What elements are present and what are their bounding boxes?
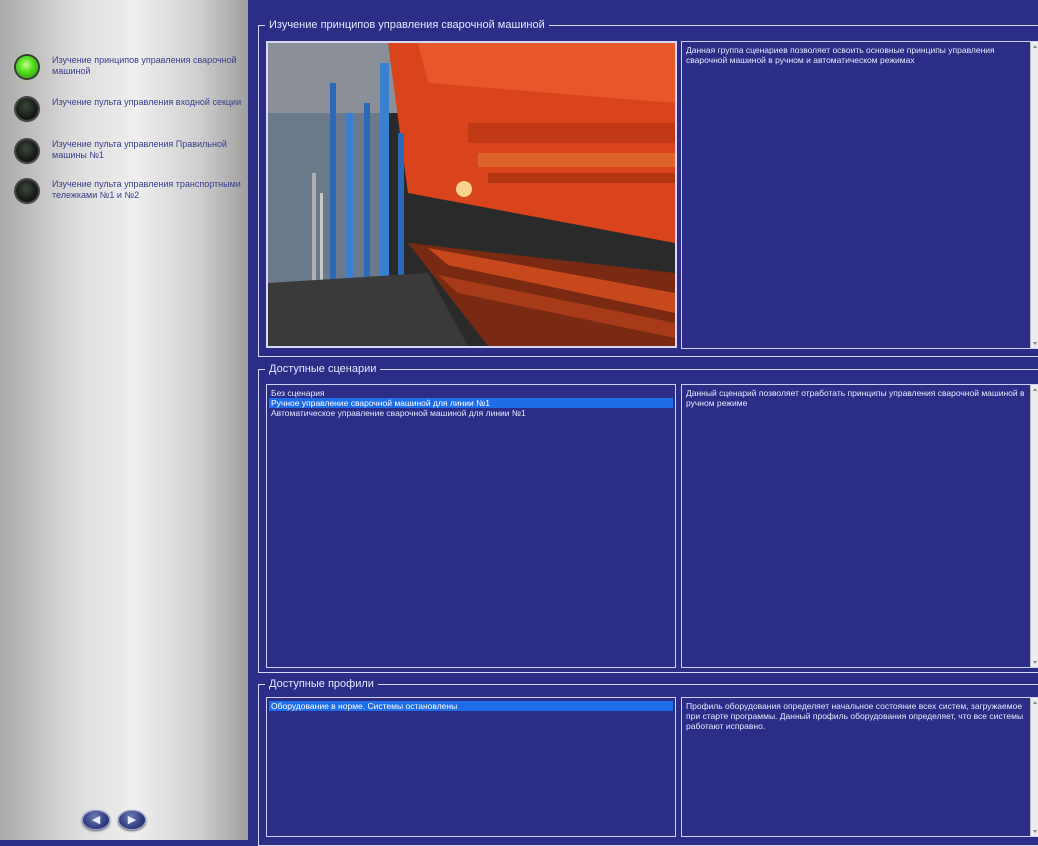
chevron-left-icon: ◀ (91, 814, 101, 826)
group-description: Данная группа сценариев позволяет освоит… (686, 45, 995, 65)
next-button[interactable]: ▶ (118, 810, 146, 830)
sidebar-item-label: Изучение пульта управления входной секци… (52, 97, 242, 107)
sidebar-item-label: Изучение пульта управления транспортными… (52, 179, 241, 200)
list-item[interactable]: Автоматическое управление сварочной маши… (269, 408, 673, 418)
sidebar-item-welding-machine[interactable]: Изучение принципов управления сварочной … (14, 52, 244, 86)
group-description-panel: Данная группа сценариев позволяет освоит… (681, 41, 1038, 349)
list-item-selected[interactable]: Ручное управление сварочной машиной для … (269, 398, 673, 408)
scenario-list[interactable]: Без сценария Ручное управление сварочной… (266, 384, 676, 668)
sidebar-item-input-section[interactable]: Изучение пульта управления входной секци… (14, 94, 244, 128)
sidebar-item-transport-carts[interactable]: Изучение пульта управления транспортными… (14, 176, 244, 210)
navigation-arrows: ◀ ▶ (82, 810, 162, 832)
group-scenarios: Доступные сценарии Без сценария Ручное у… (258, 362, 1038, 673)
group-title: Доступные сценарии (265, 362, 381, 376)
group-title: Изучение принципов управления сварочной … (265, 18, 549, 32)
scrollbar[interactable] (1030, 385, 1038, 667)
status-led-icon (16, 180, 38, 202)
scrollbar[interactable] (1030, 698, 1038, 836)
scenario-description-panel: Данный сценарий позволяет отработать при… (681, 384, 1038, 668)
sidebar: Изучение принципов управления сварочной … (0, 0, 248, 840)
scenario-description: Данный сценарий позволяет отработать при… (686, 388, 1025, 408)
group-title: Доступные профили (265, 677, 378, 691)
status-led-icon (16, 140, 38, 162)
group-welding-machine: Изучение принципов управления сварочной … (258, 18, 1038, 357)
profile-description-panel: Профиль оборудования определяет начально… (681, 697, 1038, 837)
group-profiles: Доступные профили Оборудование в норме. … (258, 677, 1038, 846)
welding-machine-photo (266, 41, 677, 348)
sidebar-item-straightening-machine[interactable]: Изучение пульта управления Правильной ма… (14, 136, 244, 170)
profile-list[interactable]: Оборудование в норме. Системы остановлен… (266, 697, 676, 837)
status-led-icon (16, 98, 38, 120)
list-item[interactable]: Без сценария (269, 388, 673, 398)
sidebar-item-label: Изучение принципов управления сварочной … (52, 55, 237, 76)
status-led-icon (16, 56, 38, 78)
list-item-selected[interactable]: Оборудование в норме. Системы остановлен… (269, 701, 673, 711)
prev-button[interactable]: ◀ (82, 810, 110, 830)
profile-description: Профиль оборудования определяет начально… (686, 701, 1024, 731)
chevron-right-icon: ▶ (127, 814, 137, 826)
sidebar-item-label: Изучение пульта управления Правильной ма… (52, 139, 227, 160)
scrollbar[interactable] (1030, 42, 1038, 348)
